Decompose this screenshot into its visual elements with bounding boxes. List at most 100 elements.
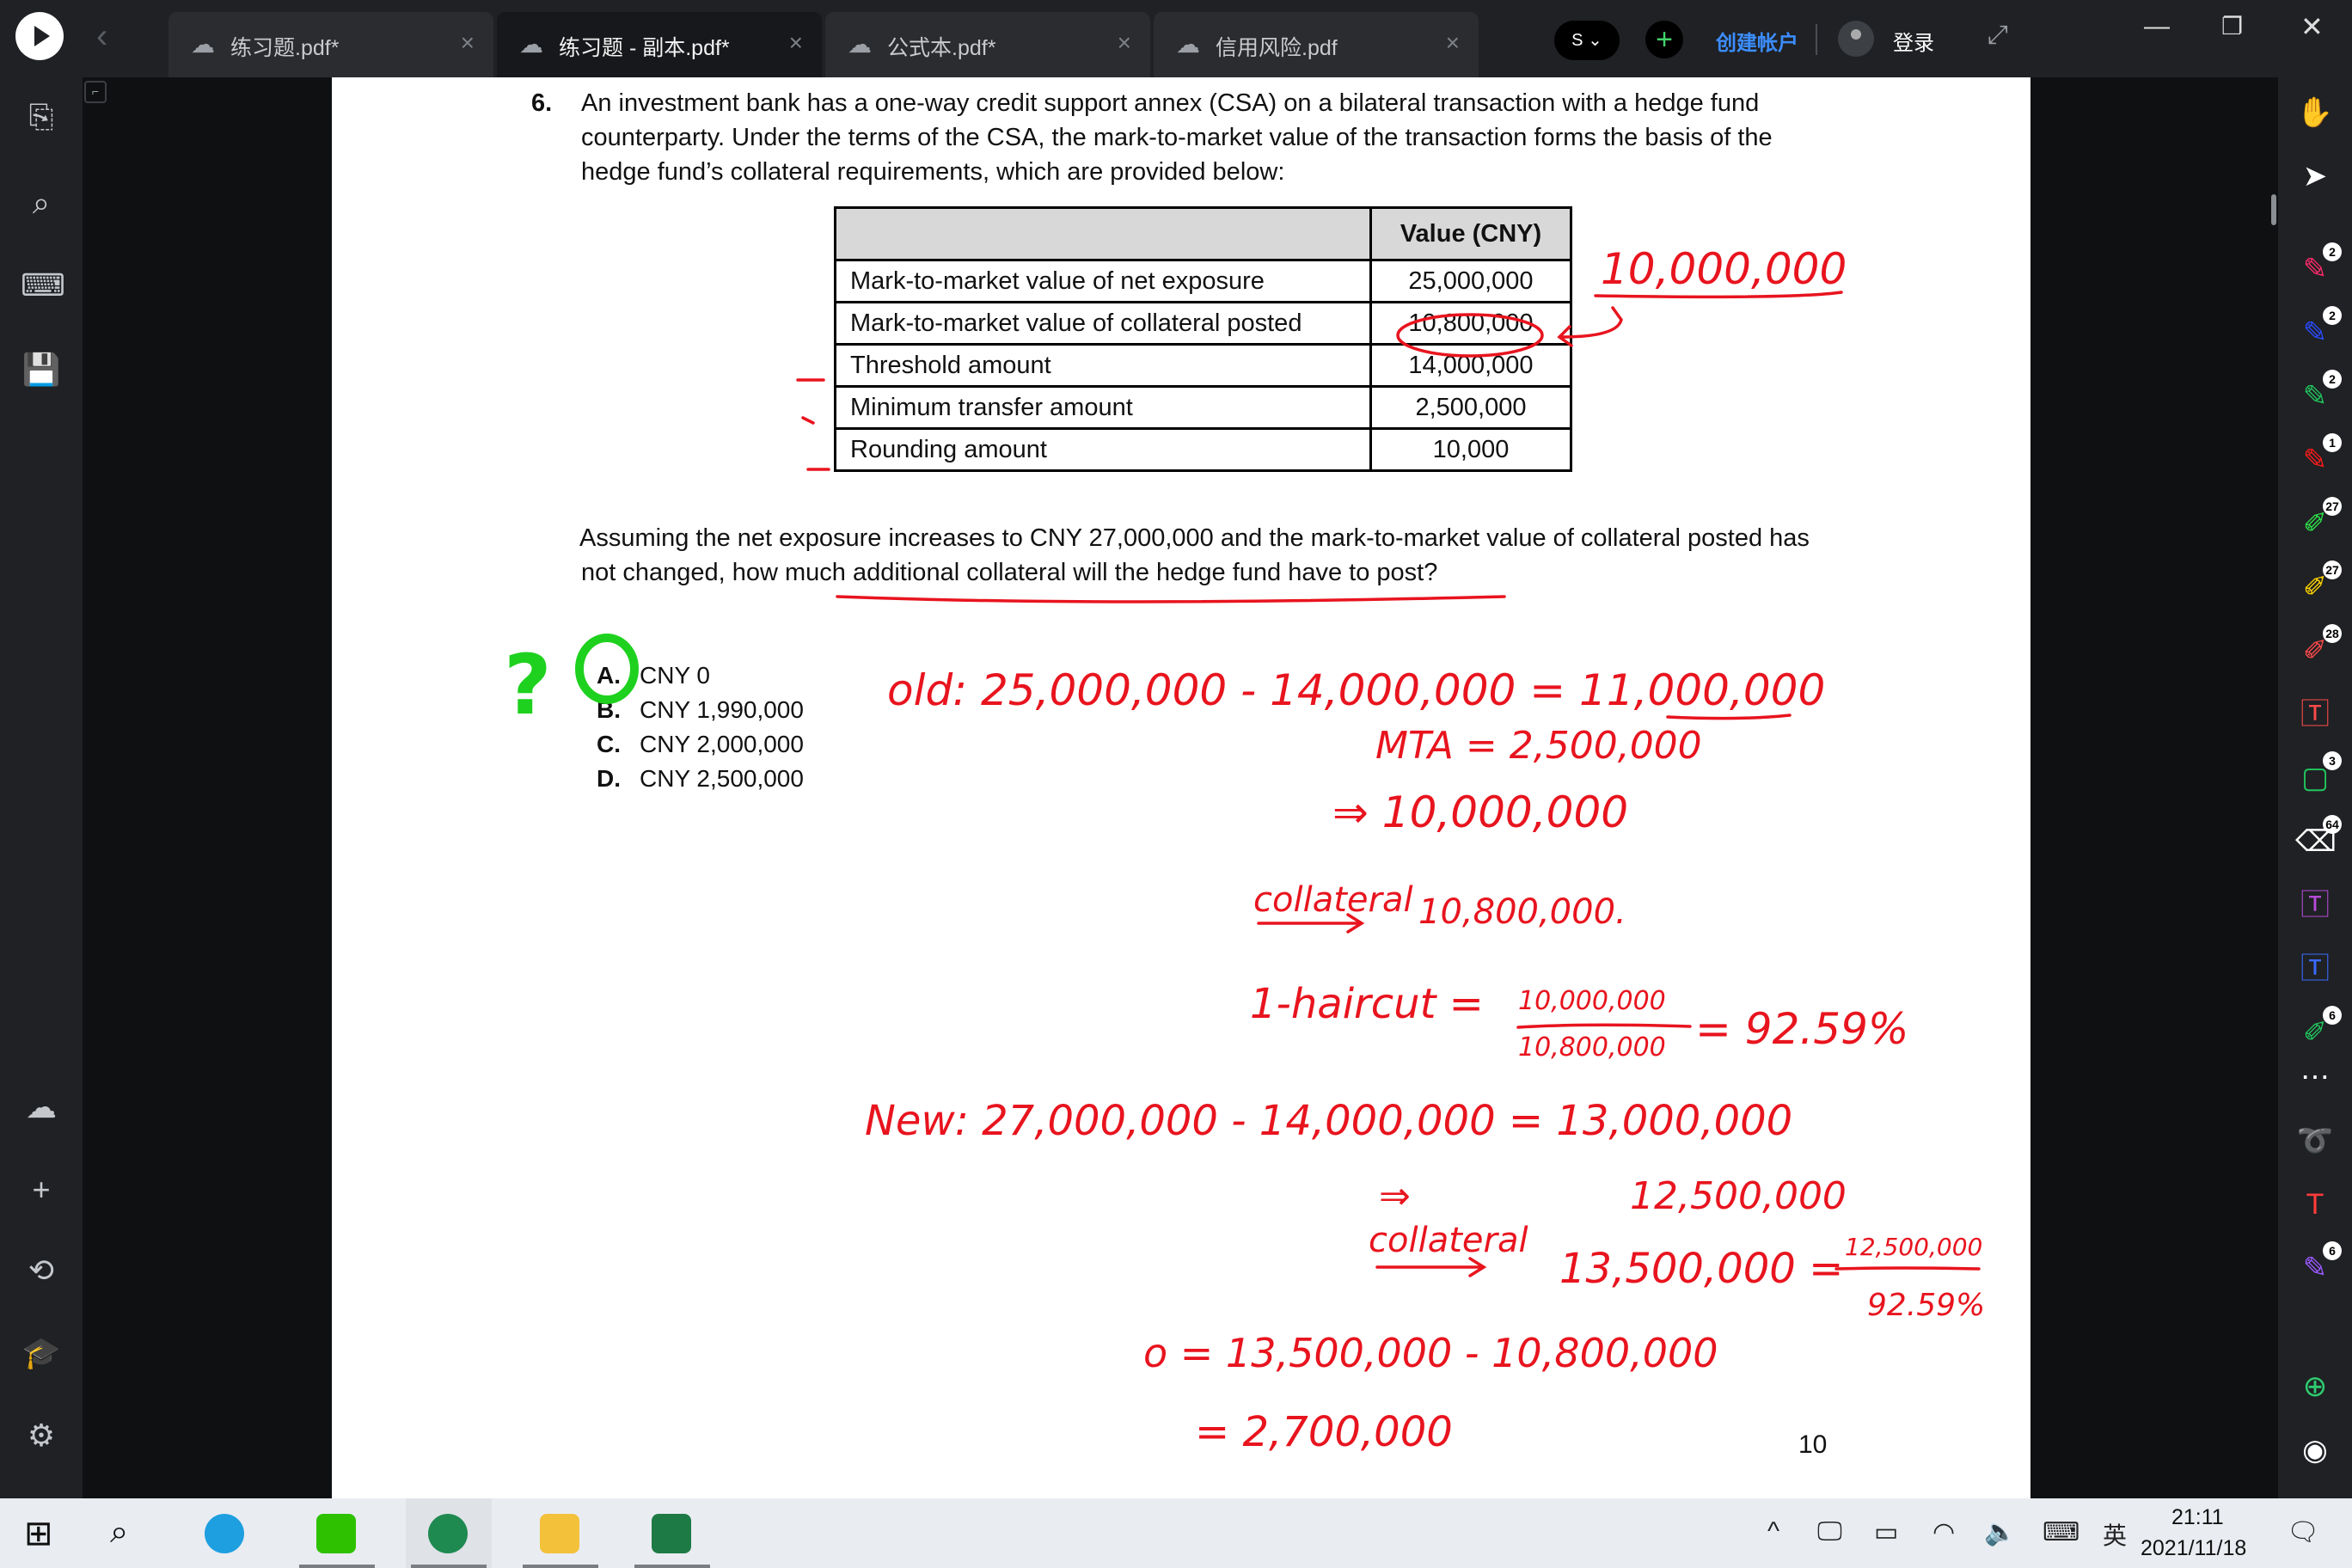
add-tool-icon[interactable]: ⊕ <box>2295 1367 2335 1406</box>
ink-text: 13,500,000 = <box>1559 1245 1843 1293</box>
back-arrow-icon[interactable]: ‹ <box>96 19 107 53</box>
lasso-icon[interactable]: ➰ <box>2295 1121 2335 1161</box>
speaker-icon[interactable]: 🔈 <box>1984 1517 2016 1547</box>
ink-text: = 2,700,000 <box>1195 1408 1453 1456</box>
taskbar-app-explorer[interactable] <box>518 1498 603 1568</box>
cloud-sync-icon: ☁ <box>191 31 215 58</box>
pages-icon[interactable]: ⎘ <box>21 96 62 138</box>
close-icon[interactable]: × <box>461 29 475 57</box>
highlighter-red-icon[interactable]: ✐ 28 <box>2295 624 2342 671</box>
text-box-blue-icon[interactable]: 🅃 <box>2295 949 2335 989</box>
clock-time[interactable]: 21:11 <box>2171 1505 2224 1530</box>
ink-answer-circle <box>575 634 639 704</box>
minimize-button[interactable]: — <box>2144 12 2170 41</box>
avatar-icon[interactable] <box>1838 21 1874 57</box>
notification-icon[interactable]: 🗨 <box>2287 1517 2319 1547</box>
eraser-icon[interactable]: ⌫ 64 <box>2295 815 2342 861</box>
tab-credit-risk-pdf[interactable]: ☁ 信用风险.pdf × <box>1154 12 1479 77</box>
clock-date[interactable]: 2021/11/18 <box>2141 1536 2246 1561</box>
ink-text: 10,000,000 <box>1518 986 1666 1016</box>
text-tool-icon[interactable]: T <box>2295 1185 2335 1224</box>
app-logo-icon[interactable] <box>15 12 64 60</box>
taskbar-app-wechat[interactable] <box>294 1498 380 1568</box>
window-close-button[interactable]: ✕ <box>2300 10 2324 43</box>
text-box-red-icon[interactable]: 🅃 <box>2295 695 2335 734</box>
keyboard-icon[interactable]: ⌨ <box>2043 1517 2079 1547</box>
add-icon[interactable]: + <box>21 1169 62 1210</box>
count-badge: 2 <box>2323 242 2342 261</box>
pdf-reader-icon <box>428 1514 468 1553</box>
more-icon[interactable]: ⋯ <box>2295 1057 2335 1097</box>
monitor-icon[interactable]: 🖵 <box>1817 1517 1842 1547</box>
taskbar-app-excel[interactable] <box>629 1498 715 1568</box>
ink-circle <box>1396 313 1544 358</box>
sync-icon[interactable]: ⟲ <box>21 1250 62 1291</box>
shape-green-icon[interactable]: ▢ 3 <box>2295 751 2342 798</box>
handwriting-layer: 10,000,000 old: 25,000,000 - 14,000,000 … <box>504 244 1985 1456</box>
cloud-sync-icon: ☁ <box>519 31 543 58</box>
pen-purple-icon[interactable]: ✎ 6 <box>2295 1241 2342 1288</box>
tab-label: 公式本.pdf* <box>887 36 996 60</box>
count-badge: 2 <box>2323 306 2342 325</box>
ink-text: collateral <box>1369 1221 1528 1260</box>
tab-practice-copy-pdf[interactable]: ☁ 练习题 - 副本.pdf* × <box>497 12 822 77</box>
binoculars-icon[interactable]: ⌕ <box>21 182 62 224</box>
login-button[interactable]: 登录 <box>1893 26 1934 56</box>
workspace-dropdown[interactable]: S ⌄ <box>1554 21 1620 60</box>
fullscreen-icon[interactable]: ⤢ <box>1988 21 2008 50</box>
taskbar-app-edge[interactable] <box>182 1498 268 1568</box>
ink-dashes <box>796 378 830 471</box>
cloud-icon[interactable]: ☁ <box>21 1087 62 1128</box>
ime-indicator[interactable]: 英 <box>2103 1517 2127 1552</box>
tab-practice-pdf[interactable]: ☁ 练习题.pdf* × <box>168 12 493 77</box>
battery-icon[interactable]: ▭ <box>1874 1517 1898 1547</box>
save-icon[interactable]: 💾 <box>21 349 62 390</box>
restore-button[interactable]: ❐ <box>2221 12 2243 40</box>
running-indicator <box>523 1565 598 1568</box>
hand-tool-icon[interactable]: ✋ <box>2295 93 2335 132</box>
ink-text: MTA = 2,500,000 <box>1375 724 1702 768</box>
ink-text: New: 27,000,000 - 14,000,000 = 13,000,00… <box>865 1097 1792 1145</box>
pen-green-icon[interactable]: ✎ 2 <box>2295 370 2342 416</box>
pen-pink-icon[interactable]: ✎ 2 <box>2295 242 2342 289</box>
app-logo-small-icon[interactable]: ◉ <box>2295 1430 2335 1470</box>
pdf-page[interactable]: 6. An investment bank has a one-way cred… <box>332 77 2030 1498</box>
ink-text: 12,500,000 <box>1845 1233 1982 1261</box>
wifi-icon[interactable]: ◠ <box>1932 1517 1955 1547</box>
pen-red-icon[interactable]: ✎ 1 <box>2295 433 2342 480</box>
tab-label: 练习题 - 副本.pdf* <box>559 36 730 60</box>
select-arrow-icon[interactable]: ➤ <box>2295 156 2335 196</box>
close-icon[interactable]: × <box>1118 29 1131 57</box>
cloud-sync-icon: ☁ <box>848 31 872 58</box>
graduation-cap-icon[interactable]: 🎓 <box>21 1332 62 1374</box>
scrollbar[interactable] <box>2271 194 2276 225</box>
highlighter-yellow-icon[interactable]: ✐ 27 <box>2295 560 2342 607</box>
highlighter-locked-icon[interactable]: ✐ 6 <box>2295 1006 2342 1052</box>
page-corner-icon: ⌐ <box>84 81 107 103</box>
create-account-link[interactable]: 创建帐户 <box>1716 26 1798 56</box>
keyboard-icon[interactable]: ⌨ <box>21 265 65 306</box>
close-icon[interactable]: × <box>1446 29 1460 57</box>
ink-text: = 92.59% <box>1695 1004 1908 1054</box>
ink-fraction-line <box>1516 1023 1692 1029</box>
count-badge: 64 <box>2323 815 2342 834</box>
excel-icon <box>652 1514 691 1553</box>
new-tab-button[interactable]: + <box>1645 21 1683 58</box>
highlighter-green-icon[interactable]: ✐ 27 <box>2295 497 2342 543</box>
tab-formula-pdf[interactable]: ☁ 公式本.pdf* × <box>825 12 1150 77</box>
search-icon[interactable]: ⌕ <box>110 1514 128 1551</box>
taskbar-app-pdf-reader[interactable] <box>406 1498 492 1568</box>
count-badge: 6 <box>2323 1241 2342 1260</box>
chevron-up-icon[interactable]: ^ <box>1767 1517 1779 1547</box>
ink-underline <box>836 595 1506 603</box>
gear-icon[interactable]: ⚙ <box>21 1415 62 1456</box>
ink-arrow <box>1375 1257 1487 1277</box>
windows-start-icon[interactable]: ⊞ <box>24 1514 53 1553</box>
ink-text: 12,500,000 <box>1630 1174 1847 1218</box>
ink-text: 10,000,000 <box>1601 244 1847 294</box>
ink-text: o = 13,500,000 - 10,800,000 <box>1143 1330 1718 1376</box>
count-badge: 2 <box>2323 370 2342 389</box>
close-icon[interactable]: × <box>789 29 803 57</box>
pen-blue-icon[interactable]: ✎ 2 <box>2295 306 2342 352</box>
text-box-purple-icon[interactable]: 🅃 <box>2295 885 2335 925</box>
